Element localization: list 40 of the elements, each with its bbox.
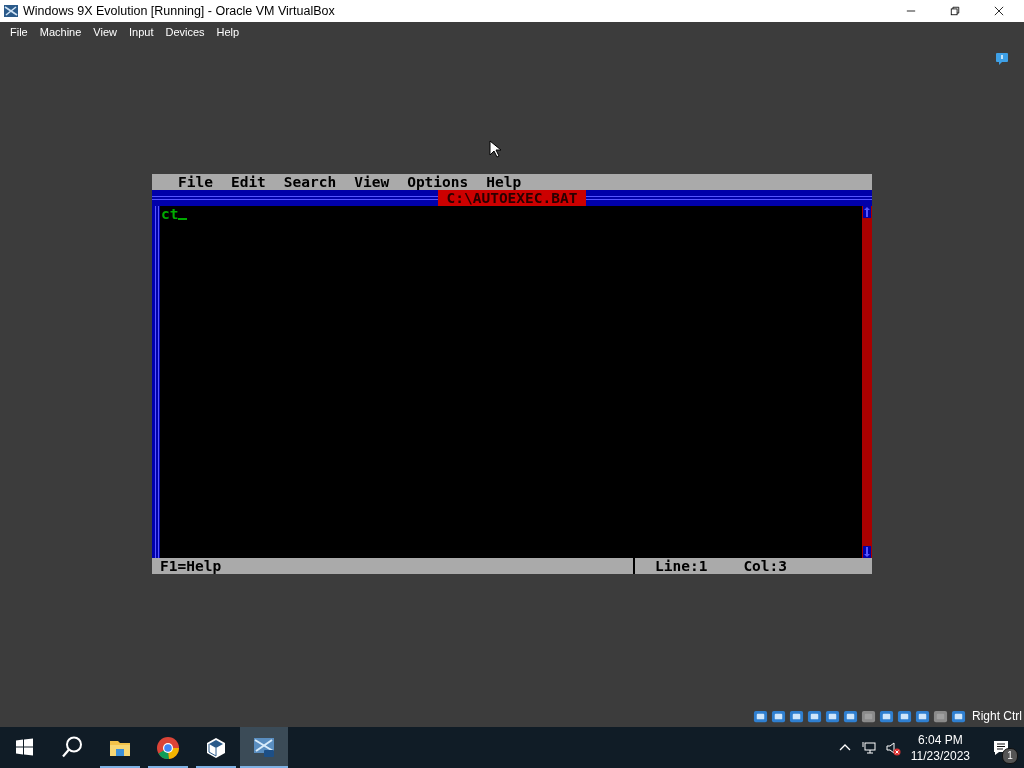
- restore-icon[interactable]: [950, 6, 960, 16]
- network-icon[interactable]: [860, 739, 877, 756]
- volume-muted-icon[interactable]: [884, 739, 901, 756]
- editor-menu-item[interactable]: Help: [486, 174, 522, 190]
- text-area[interactable]: ct: [160, 206, 862, 558]
- line-indicator: Line:1: [655, 558, 708, 574]
- close-icon[interactable]: [994, 6, 1004, 16]
- clock[interactable]: 6:04 PM 11/23/2023: [904, 727, 978, 768]
- column-indicator: Col:3: [743, 558, 788, 574]
- mouse-pointer-icon: [489, 140, 501, 158]
- scrollbar[interactable]: [862, 206, 872, 558]
- editor-menu-item[interactable]: Options: [407, 174, 469, 190]
- clock-time: 6:04 PM: [918, 731, 963, 748]
- editor-menu-item[interactable]: View: [354, 174, 390, 190]
- cube-icon: [204, 735, 228, 760]
- notification-icon[interactable]: [995, 52, 1009, 66]
- menu-item[interactable]: View: [87, 26, 123, 38]
- scroll-down-icon[interactable]: [863, 546, 871, 558]
- vm-app-button[interactable]: [240, 727, 288, 768]
- clock-date: 11/23/2023: [910, 747, 970, 764]
- document-title: C:\AUTOEXEC.BAT: [437, 190, 587, 206]
- menu-item[interactable]: Help: [210, 26, 246, 38]
- menu-item[interactable]: File: [4, 26, 34, 38]
- virtualbox-window-icon: [3, 3, 19, 19]
- scroll-up-icon[interactable]: [863, 206, 871, 218]
- notification-count: 1: [1002, 748, 1018, 764]
- menu-item[interactable]: Machine: [33, 26, 88, 38]
- editor-menu-item[interactable]: Edit: [230, 174, 266, 190]
- action-center-button[interactable]: 1: [978, 727, 1024, 768]
- menu-item[interactable]: Input: [122, 26, 160, 38]
- message-icon: [993, 739, 1009, 756]
- menu-item[interactable]: Devices: [159, 26, 211, 38]
- help-hint: F1=Help: [152, 558, 635, 574]
- text-cursor: [178, 218, 188, 220]
- text-line: ct: [161, 206, 179, 222]
- editor-menu-item[interactable]: File: [178, 174, 213, 190]
- chrome-icon: [156, 735, 180, 760]
- window-title: Windows 9X Evolution [Running] - Oracle VM VirtualBox: [23, 4, 335, 18]
- host-key-label: Right Ctrl: [972, 709, 1022, 723]
- editor-menu-item[interactable]: Search: [283, 174, 337, 190]
